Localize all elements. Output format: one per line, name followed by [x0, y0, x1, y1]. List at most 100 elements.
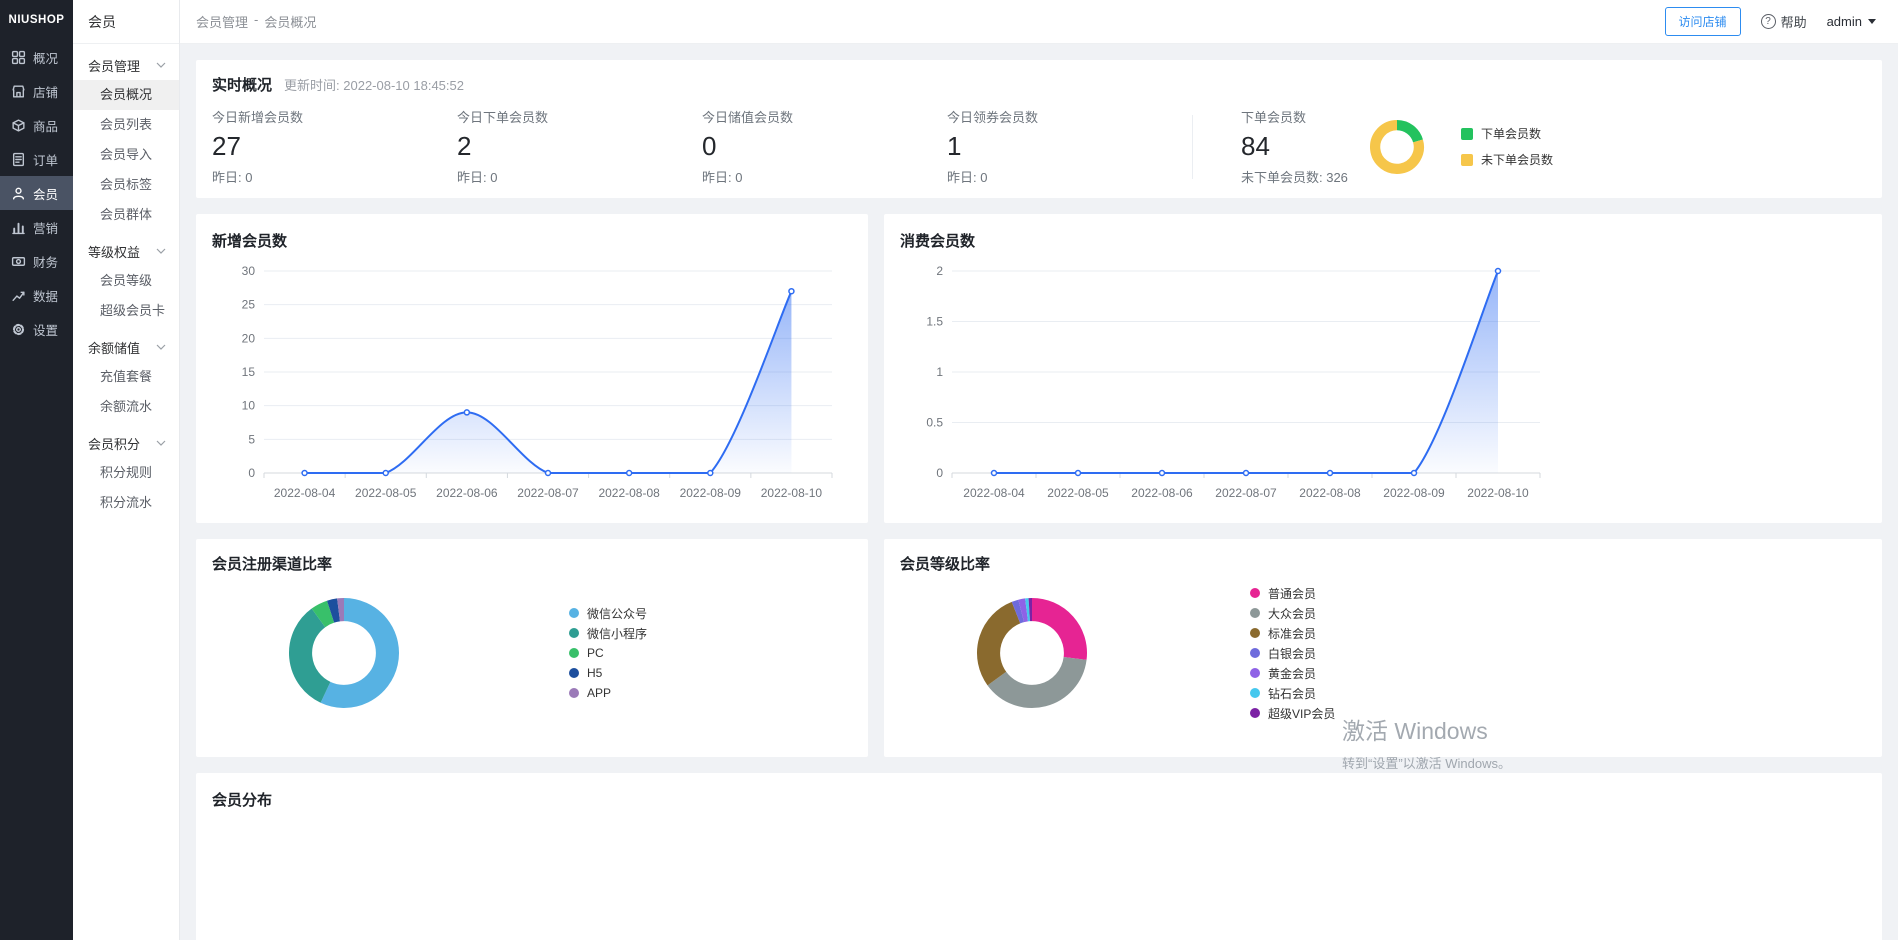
legend-label: 黄金会员: [1268, 665, 1316, 682]
submenu-item-member-list[interactable]: 会员列表: [73, 110, 179, 140]
legend-item-wechat-mini[interactable]: 微信小程序: [569, 623, 647, 643]
svg-text:5: 5: [248, 433, 255, 447]
submenu-group-points[interactable]: 会员积分: [73, 428, 179, 458]
visit-shop-button[interactable]: 访问店铺: [1665, 7, 1741, 36]
user-menu[interactable]: admin: [1827, 14, 1876, 29]
svg-text:2022-08-09: 2022-08-09: [1383, 486, 1445, 500]
submenu-item-member-import[interactable]: 会员导入: [73, 140, 179, 170]
consume-members-card: 消费会员数 00.511.522022-08-042022-08-052022-…: [884, 214, 1882, 523]
submenu-group-label: 等级权益: [88, 242, 140, 261]
chevron-down-icon: [1868, 19, 1876, 24]
legend-swatch: [1250, 588, 1260, 598]
submenu-group-member-manage[interactable]: 会员管理: [73, 50, 179, 80]
legend-item-app[interactable]: APP: [569, 683, 647, 703]
submenu-item-points-flow[interactable]: 积分流水: [73, 488, 179, 518]
topbar-right: 访问店铺 ? 帮助 admin: [1665, 7, 1876, 36]
submenu-group-label: 会员积分: [88, 434, 140, 453]
submenu-group-balance[interactable]: 余额储值: [73, 332, 179, 362]
member-level-legend: 普通会员 大众会员 标准会员 白银会员: [1250, 583, 1335, 723]
main-content: 实时概况 更新时间: 2022-08-10 18:45:52 今日新增会员数 2…: [180, 44, 1898, 940]
svg-text:2022-08-05: 2022-08-05: [355, 486, 417, 500]
svg-text:2022-08-06: 2022-08-06: [1131, 486, 1193, 500]
legend-label: PC: [587, 646, 604, 660]
legend-item-ordered[interactable]: 下单会员数: [1461, 125, 1553, 142]
legend-item-wechat-official[interactable]: 微信公众号: [569, 603, 647, 623]
primary-nav: 概况 店铺 商品 订单 会员 营销 财务 数据: [0, 40, 73, 346]
svg-text:15: 15: [242, 365, 256, 379]
order-ratio-legend: 下单会员数 未下单会员数: [1461, 125, 1553, 168]
sidebar-item-label: 设置: [33, 320, 58, 339]
legend-swatch: [569, 628, 579, 638]
submenu-item-points-rules[interactable]: 积分规则: [73, 458, 179, 488]
sidebar-item-finance[interactable]: 财务: [0, 244, 73, 278]
submenu-item-member-tags[interactable]: 会员标签: [73, 170, 179, 200]
legend-label: 超级VIP会员: [1268, 705, 1335, 722]
submenu-item-recharge-package[interactable]: 充值套餐: [73, 362, 179, 392]
submenu-item-member-groups[interactable]: 会员群体: [73, 200, 179, 230]
primary-sidebar: NIUSHOP 概况 店铺 商品 订单 会员 营销 财务: [0, 0, 73, 940]
svg-text:2022-08-07: 2022-08-07: [517, 486, 579, 500]
legend-label: 未下单会员数: [1481, 151, 1553, 168]
goods-icon: [11, 118, 26, 133]
realtime-title: 实时概况: [212, 74, 272, 95]
marketing-icon: [11, 220, 26, 235]
svg-text:2022-08-05: 2022-08-05: [1047, 486, 1109, 500]
svg-text:0: 0: [936, 466, 943, 480]
svg-text:25: 25: [242, 298, 256, 312]
submenu-item-super-member-card[interactable]: 超级会员卡: [73, 296, 179, 326]
sidebar-item-shop[interactable]: 店铺: [0, 74, 73, 108]
sidebar-item-label: 营销: [33, 218, 58, 237]
sidebar-item-settings[interactable]: 设置: [0, 312, 73, 346]
sidebar-item-goods[interactable]: 商品: [0, 108, 73, 142]
svg-text:0.5: 0.5: [926, 416, 943, 430]
sidebar-item-members[interactable]: 会员: [0, 176, 73, 210]
legend-item-super-vip-member[interactable]: 超级VIP会员: [1250, 703, 1335, 723]
svg-text:2022-08-08: 2022-08-08: [598, 486, 660, 500]
username: admin: [1827, 14, 1862, 29]
sidebar-item-label: 店铺: [33, 82, 58, 101]
new-members-line-chart: 0510152025302022-08-042022-08-052022-08-…: [212, 257, 852, 507]
chart-title: 会员注册渠道比率: [212, 553, 852, 574]
sidebar-item-label: 概况: [33, 48, 58, 67]
legend-item-normal-member[interactable]: 普通会员: [1250, 583, 1335, 603]
submenu-item-member-overview[interactable]: 会员概况: [73, 80, 179, 110]
order-icon: [11, 152, 26, 167]
submenu-group-level-rights[interactable]: 等级权益: [73, 236, 179, 266]
legend-swatch: [1250, 668, 1260, 678]
sidebar-item-label: 商品: [33, 116, 58, 135]
sidebar-item-overview[interactable]: 概况: [0, 40, 73, 74]
chevron-down-icon: [156, 440, 166, 446]
legend-item-mass-member[interactable]: 大众会员: [1250, 603, 1335, 623]
settings-icon: [11, 322, 26, 337]
realtime-overview-card: 实时概况 更新时间: 2022-08-10 18:45:52 今日新增会员数 2…: [196, 60, 1882, 198]
legend-item-standard-member[interactable]: 标准会员: [1250, 623, 1335, 643]
svg-text:1: 1: [936, 365, 943, 379]
legend-item-silver-member[interactable]: 白银会员: [1250, 643, 1335, 663]
legend-item-diamond-member[interactable]: 钻石会员: [1250, 683, 1335, 703]
sidebar-item-orders[interactable]: 订单: [0, 142, 73, 176]
legend-label: 普通会员: [1268, 585, 1316, 602]
svg-text:30: 30: [242, 264, 256, 278]
legend-label: 下单会员数: [1481, 125, 1541, 142]
submenu-title: 会员: [73, 0, 179, 44]
svg-text:2022-08-10: 2022-08-10: [1467, 486, 1529, 500]
sidebar-item-marketing[interactable]: 营销: [0, 210, 73, 244]
submenu-item-member-level[interactable]: 会员等级: [73, 266, 179, 296]
submenu-group-label: 会员管理: [88, 56, 140, 75]
submenu-item-balance-flow[interactable]: 余额流水: [73, 392, 179, 422]
legend-swatch: [569, 668, 579, 678]
legend-item-h5[interactable]: H5: [569, 663, 647, 683]
legend-item-gold-member[interactable]: 黄金会员: [1250, 663, 1335, 683]
chart-title: 会员分布: [212, 789, 1866, 810]
legend-item-not-ordered[interactable]: 未下单会员数: [1461, 151, 1553, 168]
chevron-down-icon: [156, 62, 166, 68]
question-icon: ?: [1761, 14, 1776, 29]
help-button[interactable]: ? 帮助: [1761, 12, 1807, 31]
breadcrumb-member-overview[interactable]: 会员概况: [264, 12, 316, 31]
sidebar-item-data[interactable]: 数据: [0, 278, 73, 312]
legend-label: 大众会员: [1268, 605, 1316, 622]
legend-swatch: [1461, 154, 1473, 166]
svg-text:1.5: 1.5: [926, 315, 943, 329]
breadcrumb-member-manage[interactable]: 会员管理: [196, 12, 248, 31]
legend-item-pc[interactable]: PC: [569, 643, 647, 663]
